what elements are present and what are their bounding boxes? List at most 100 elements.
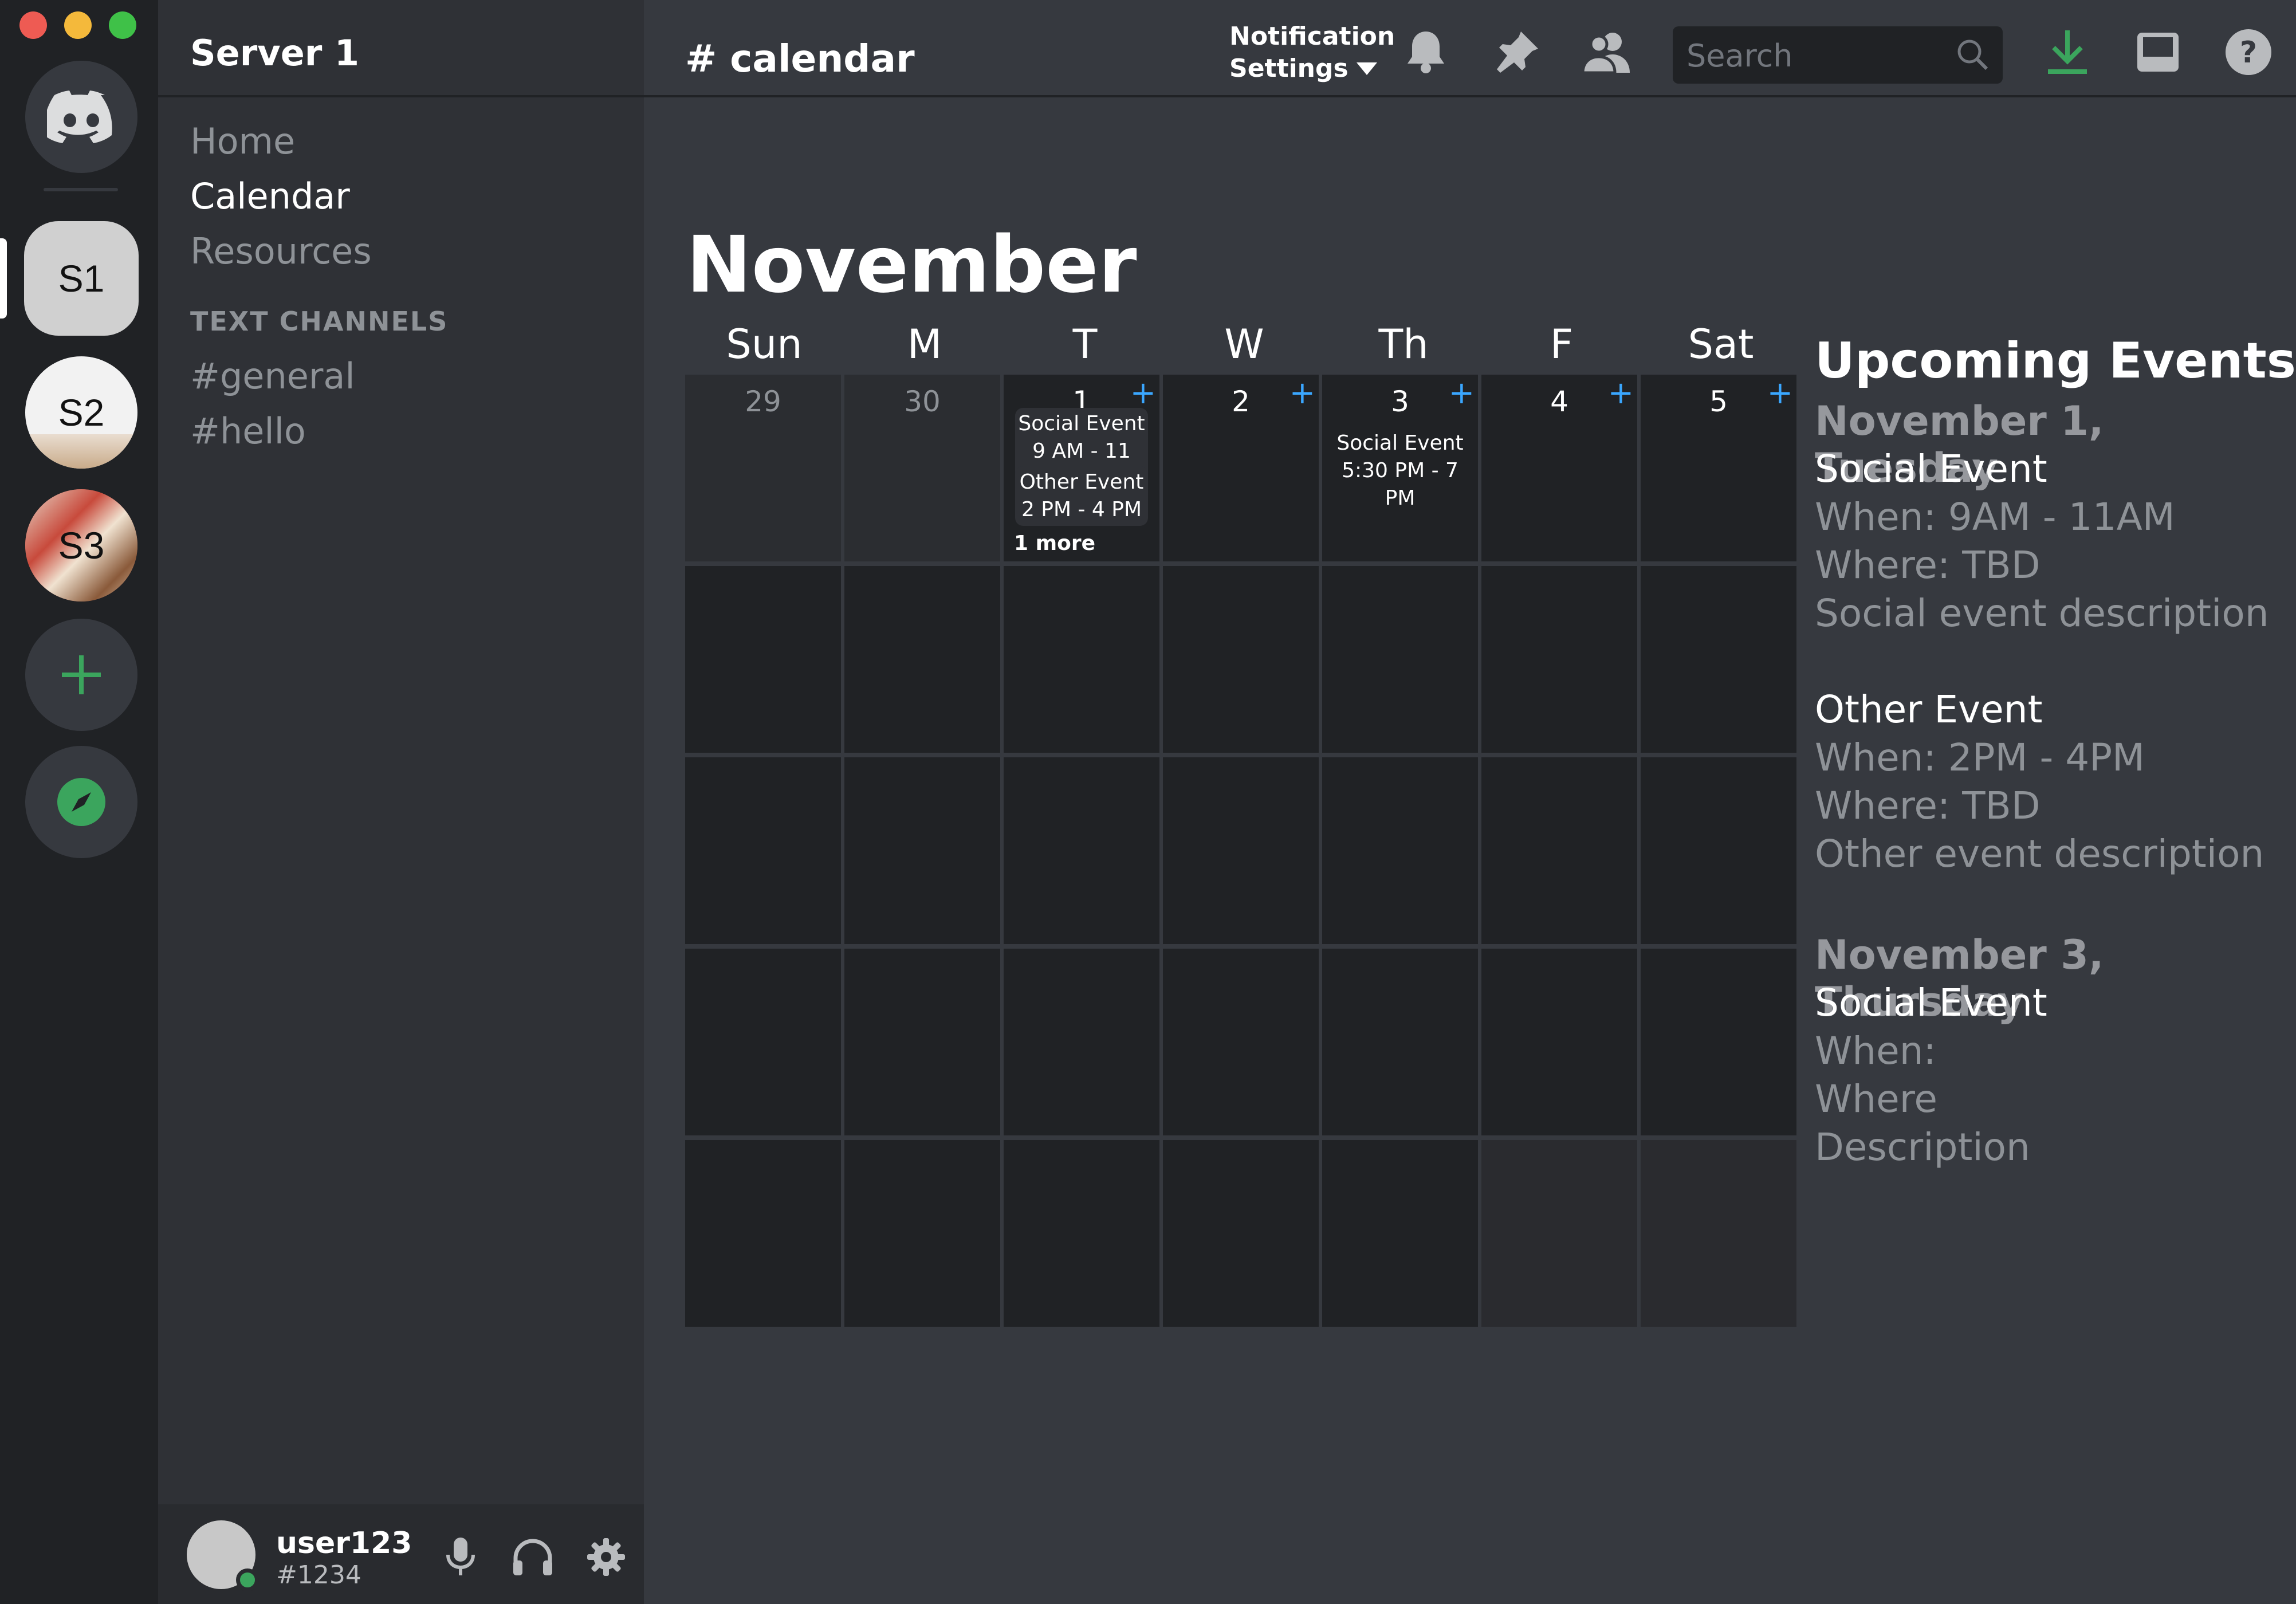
upcoming-event-description: Other event description xyxy=(1815,832,2264,876)
day-cell[interactable] xyxy=(844,757,1000,944)
day-cell[interactable] xyxy=(1322,949,1478,1135)
search-input[interactable]: Search xyxy=(1673,26,2003,84)
weekday-tue: T xyxy=(1072,321,1098,368)
day-cell[interactable] xyxy=(1641,757,1796,944)
day-cell-outside-month[interactable] xyxy=(1641,1140,1796,1327)
user-settings-button[interactable] xyxy=(583,1534,629,1580)
day-cell-nov-4[interactable]: 4 + xyxy=(1481,375,1637,561)
plus-icon xyxy=(62,655,101,694)
day-cell[interactable] xyxy=(685,1140,841,1327)
add-event-button[interactable]: + xyxy=(1130,376,1156,410)
day-cell-nov-1[interactable]: 1 + Social Event 9 AM - 11 AM Other Even… xyxy=(1004,375,1159,561)
upcoming-event-name[interactable]: Other Event xyxy=(1815,687,2042,732)
day-cell[interactable] xyxy=(1481,949,1637,1135)
day-cell[interactable] xyxy=(1322,566,1478,753)
pinned-messages-button[interactable] xyxy=(1492,26,1543,78)
event-chip[interactable]: Other Event 2 PM - 4 PM xyxy=(1015,466,1148,526)
day-cell-outside-month[interactable] xyxy=(1481,1140,1637,1327)
channel-hello[interactable]: #hello xyxy=(190,410,306,452)
event-title: Other Event xyxy=(1019,470,1144,494)
day-cell[interactable] xyxy=(844,949,1000,1135)
day-cell[interactable] xyxy=(844,1140,1000,1327)
event-chip[interactable]: Social Event 5:30 PM - 7 PM xyxy=(1334,427,1467,514)
day-cell[interactable] xyxy=(685,949,841,1135)
day-cell-oct-30[interactable]: 30 xyxy=(844,375,1000,561)
day-cell[interactable] xyxy=(1641,566,1796,753)
server-s3-label: S3 xyxy=(58,524,105,567)
day-cell[interactable] xyxy=(1322,1140,1478,1327)
server-s1-label: S1 xyxy=(58,257,105,300)
text-channels-header[interactable]: TEXT CHANNELS xyxy=(190,306,448,337)
search-icon xyxy=(1957,40,1988,70)
day-cell[interactable] xyxy=(685,566,841,753)
upcoming-event-description: Description xyxy=(1815,1125,2030,1169)
user-tag: #1234 xyxy=(276,1560,361,1590)
member-list-button[interactable] xyxy=(1581,26,1633,78)
active-server-indicator xyxy=(0,238,7,319)
day-cell[interactable] xyxy=(1163,566,1319,753)
server-header[interactable]: Server 1 xyxy=(158,0,644,97)
online-status-indicator xyxy=(236,1568,259,1591)
day-cell[interactable] xyxy=(1004,1140,1159,1327)
explore-servers-button[interactable] xyxy=(25,746,137,858)
day-cell[interactable] xyxy=(1004,566,1159,753)
discord-home-button[interactable] xyxy=(25,61,137,173)
nav-home[interactable]: Home xyxy=(190,120,295,162)
day-cell[interactable] xyxy=(1004,757,1159,944)
add-event-button[interactable]: + xyxy=(1767,376,1793,410)
upcoming-event-name[interactable]: Social Event xyxy=(1815,447,2047,491)
day-cell[interactable] xyxy=(1322,757,1478,944)
day-cell[interactable] xyxy=(844,566,1000,753)
day-cell-nov-2[interactable]: 2 + xyxy=(1163,375,1319,561)
minimize-window-button[interactable] xyxy=(64,11,92,39)
more-events-link[interactable]: 1 more xyxy=(1014,532,1095,555)
help-button[interactable]: ? xyxy=(2223,26,2274,78)
download-apps-button[interactable] xyxy=(2042,26,2093,78)
day-cell[interactable] xyxy=(1163,1140,1319,1327)
add-event-button[interactable]: + xyxy=(1608,376,1634,410)
day-cell-nov-3[interactable]: 3 + Social Event 5:30 PM - 7 PM xyxy=(1322,375,1478,561)
caret-down-icon xyxy=(1356,62,1377,75)
day-cell[interactable] xyxy=(1481,757,1637,944)
notifications-button[interactable] xyxy=(1400,26,1452,78)
add-server-button[interactable] xyxy=(25,619,137,731)
deafen-button[interactable] xyxy=(510,1534,556,1580)
day-cell[interactable] xyxy=(685,757,841,944)
inbox-icon xyxy=(2137,33,2179,72)
upcoming-event-when: When: xyxy=(1815,1029,1936,1073)
upcoming-event-where: Where xyxy=(1815,1077,1937,1121)
upcoming-event-when: When: 2PM - 4PM xyxy=(1815,736,2145,780)
day-cell[interactable] xyxy=(1641,949,1796,1135)
notification-settings-button[interactable]: Notification Settings xyxy=(1229,21,1395,85)
channel-general[interactable]: #general xyxy=(190,355,355,397)
server-s3-button[interactable]: S3 xyxy=(25,489,137,602)
mute-button[interactable] xyxy=(438,1534,483,1580)
download-icon xyxy=(2048,30,2087,74)
server-s2-button[interactable]: S2 xyxy=(25,356,137,469)
day-cell-oct-29[interactable]: 29 xyxy=(685,375,841,561)
close-window-button[interactable] xyxy=(19,11,47,39)
upcoming-event-description: Social event description xyxy=(1815,591,2269,635)
server-s2-image xyxy=(25,434,137,469)
svg-text:?: ? xyxy=(2240,36,2257,70)
add-event-button[interactable]: + xyxy=(1289,376,1315,410)
day-cell[interactable] xyxy=(1163,757,1319,944)
notification-settings-line2: Settings xyxy=(1229,54,1348,83)
day-cell[interactable] xyxy=(1481,566,1637,753)
nav-calendar[interactable]: Calendar xyxy=(190,175,350,217)
server-s1-button[interactable]: S1 xyxy=(24,221,139,336)
day-cell-nov-5[interactable]: 5 + xyxy=(1641,375,1796,561)
help-icon: ? xyxy=(2226,29,2271,75)
weekday-sat: Sat xyxy=(1688,321,1754,368)
maximize-window-button[interactable] xyxy=(109,11,136,39)
channel-title: # calendar xyxy=(685,37,915,81)
day-cell[interactable] xyxy=(1004,949,1159,1135)
upcoming-event-name[interactable]: Social Event xyxy=(1815,981,2047,1025)
add-event-button[interactable]: + xyxy=(1449,376,1475,410)
day-cell[interactable] xyxy=(1163,949,1319,1135)
compass-icon xyxy=(57,778,105,826)
nav-resources[interactable]: Resources xyxy=(190,230,372,272)
microphone-icon xyxy=(446,1538,475,1575)
user-panel: user123 #1234 xyxy=(158,1504,644,1604)
inbox-button[interactable] xyxy=(2132,26,2184,78)
